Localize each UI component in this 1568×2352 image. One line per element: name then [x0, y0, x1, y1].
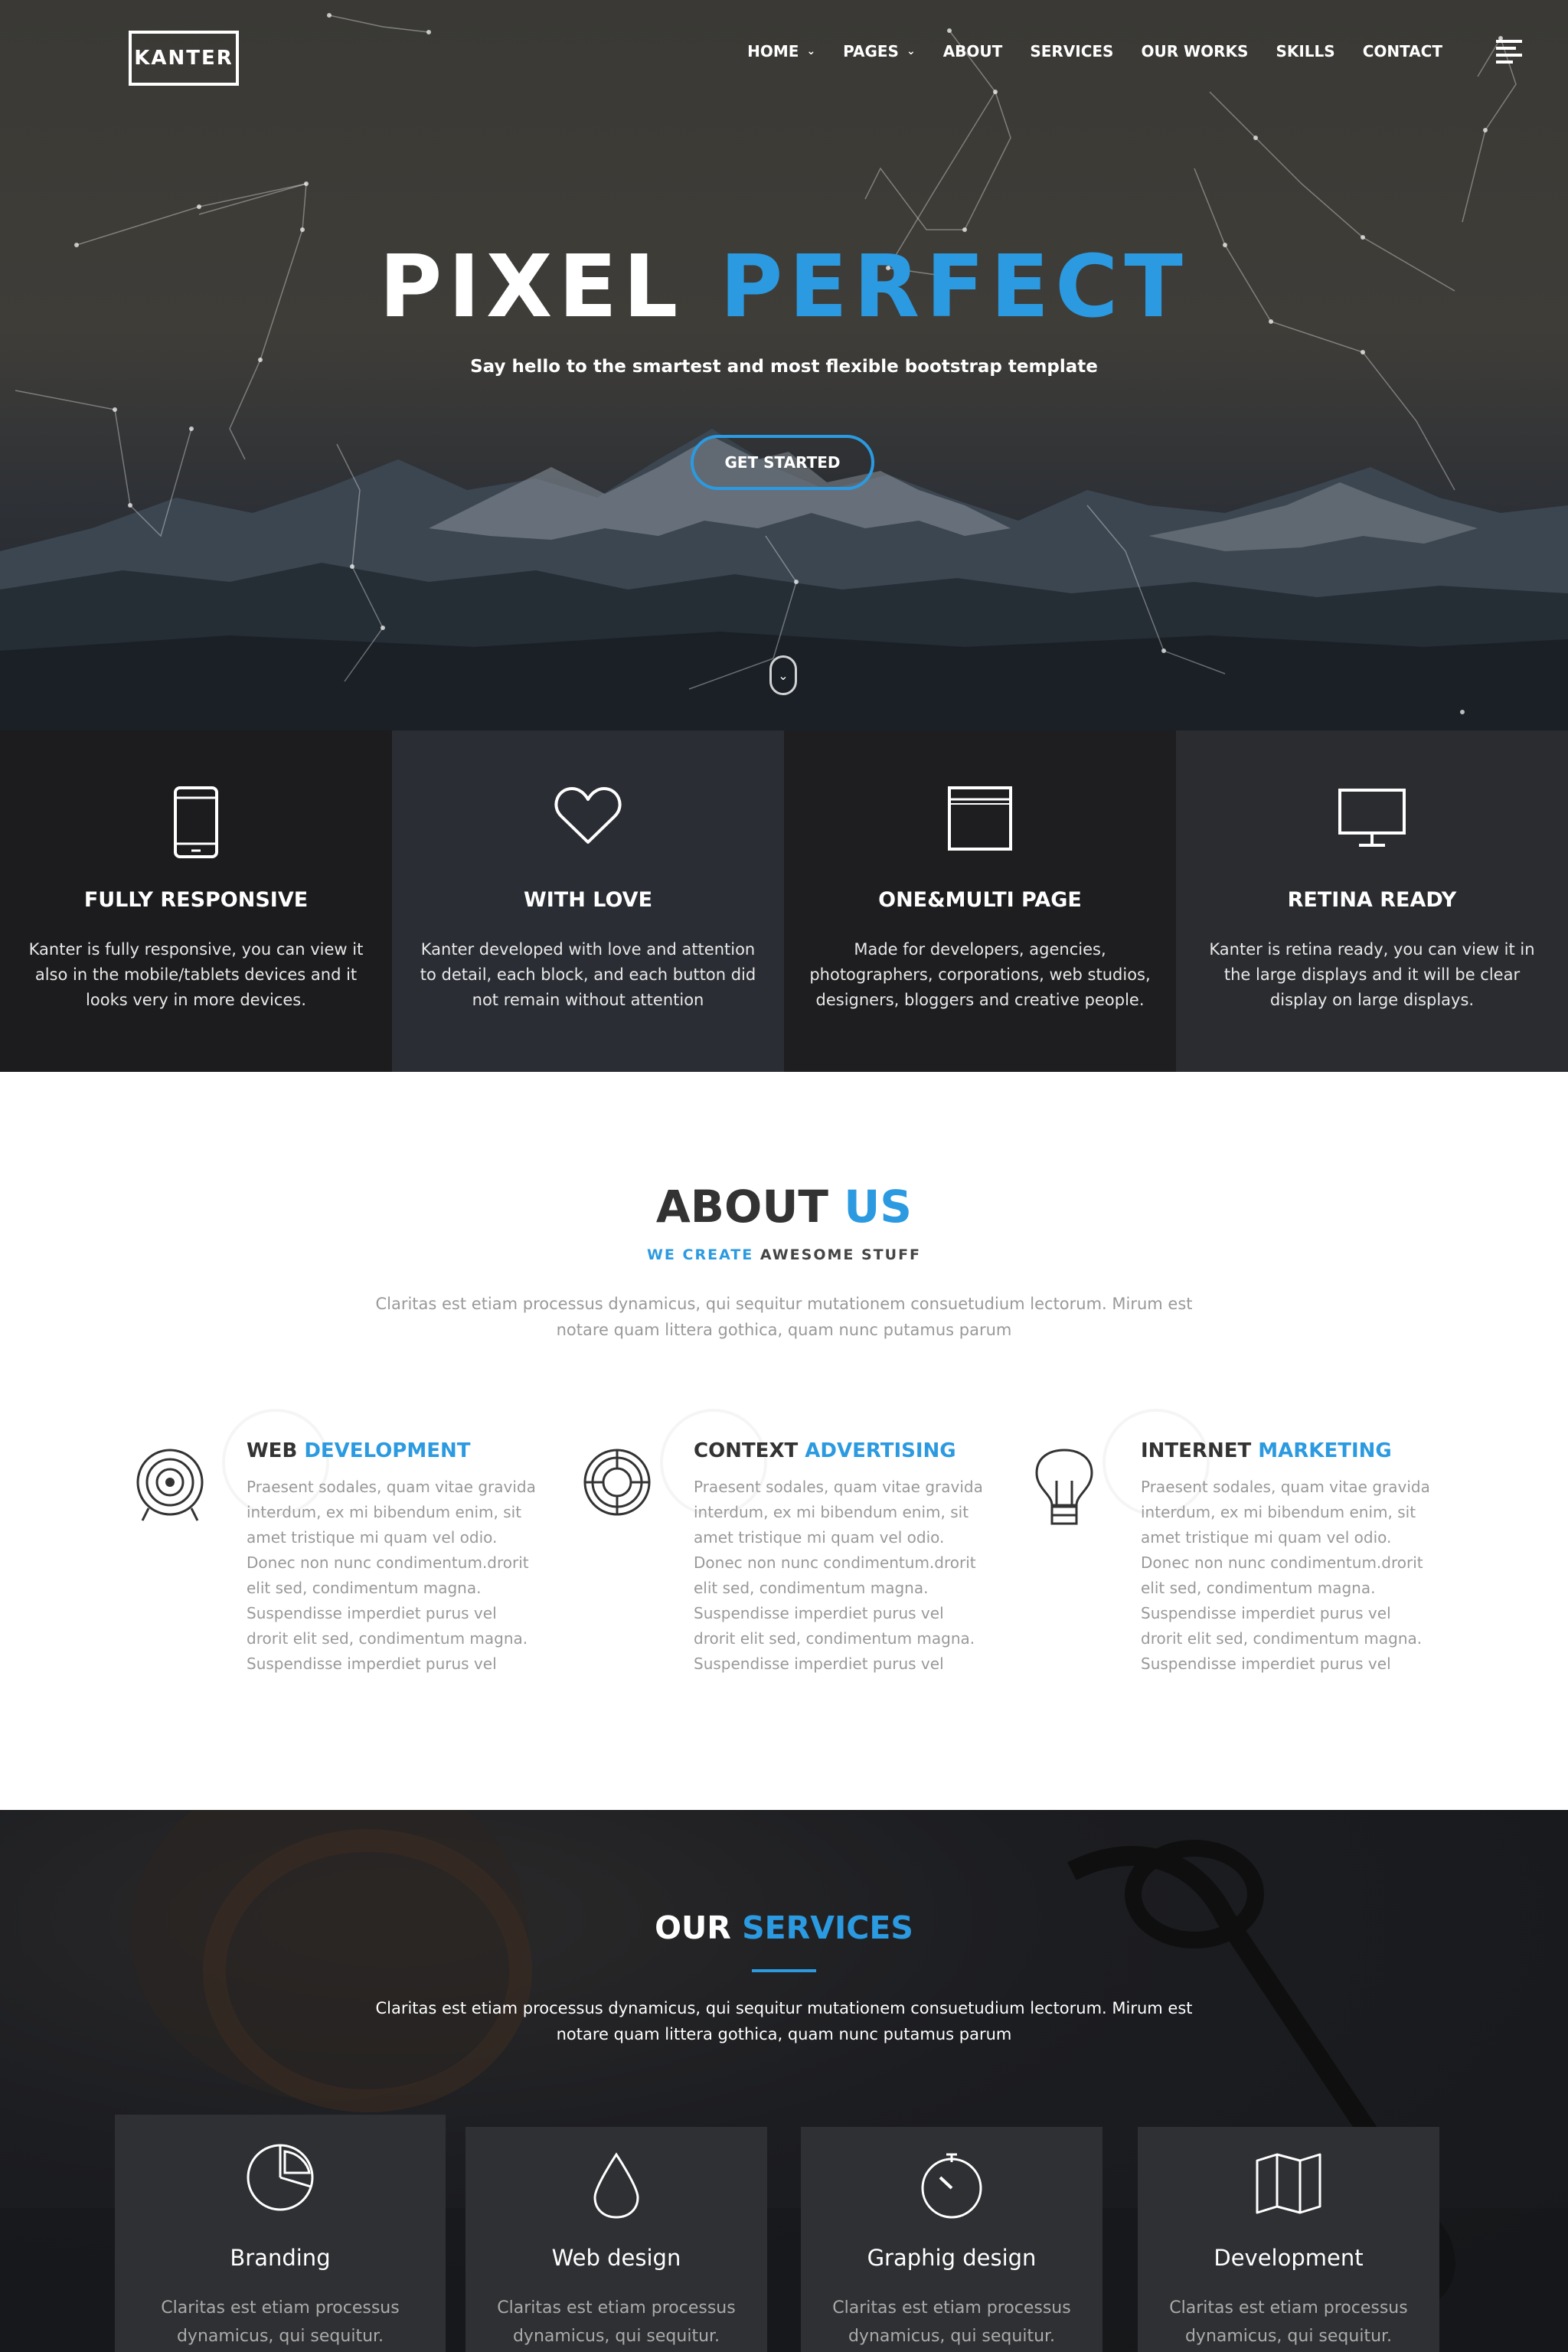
main-nav: HOME ⌄ PAGES ⌄ ABOUT SERVICES OUR WORKS … — [747, 38, 1442, 64]
nav-services[interactable]: SERVICES — [1030, 42, 1113, 60]
card-web-design[interactable]: Web design Claritas est etiam processus … — [466, 2127, 767, 2352]
feature-text: Kanter is retina ready, you can view it … — [1209, 940, 1535, 1009]
about-description: Claritas est etiam processus dynamicus, … — [375, 1295, 1193, 1339]
about-tag-accent: WE CREATE — [646, 1246, 754, 1263]
timer-icon — [801, 2151, 1102, 2220]
feature-title: RETINA READY — [1287, 888, 1457, 912]
card-development[interactable]: Development Claritas est etiam processus… — [1138, 2127, 1439, 2352]
nav-contact[interactable]: CONTACT — [1363, 42, 1442, 60]
about-tag-dark: AWESOME STUFF — [760, 1246, 922, 1263]
about-tagline: WE CREATE AWESOME STUFF — [0, 1246, 1568, 1263]
service-title-accent: MARKETING — [1258, 1439, 1392, 1462]
our-services-description: Claritas est etiam processus dynamicus, … — [375, 1999, 1193, 2043]
feature-one-multi-page: ONE&MULTI PAGE Made for developers, agen… — [784, 730, 1176, 1072]
hero-title-white: PIXEL — [379, 237, 684, 337]
feature-retina-ready: RETINA READY Kanter is retina ready, you… — [1176, 730, 1568, 1072]
card-title: Development — [1214, 2245, 1364, 2271]
card-text: Claritas est etiam processus dynamicus, … — [497, 2298, 736, 2346]
service-title: WEB DEVELOPMENT — [247, 1439, 470, 1462]
title-underline — [752, 1969, 816, 1972]
kanter-logo[interactable]: KANTER — [129, 31, 239, 86]
feature-text: Kanter is fully responsive, you can view… — [28, 940, 364, 1009]
service-web-development: WEB DEVELOPMENT Praesent sodales, quam v… — [135, 1439, 548, 1746]
card-text: Claritas est etiam processus dynamicus, … — [832, 2298, 1071, 2346]
features-strip: FULLY RESPONSIVE Kanter is fully respons… — [0, 730, 1568, 1072]
browser-window-icon — [784, 786, 1176, 862]
smartphone-icon — [0, 786, 392, 862]
service-internet-marketing: INTERNET MARKETING Praesent sodales, qua… — [1029, 1439, 1442, 1746]
scroll-down-icon[interactable]: ⌄ — [769, 655, 797, 695]
our-services-title-white: OUR — [655, 1909, 731, 1946]
nav-skills[interactable]: SKILLS — [1276, 42, 1334, 60]
hero-section: KANTER HOME ⌄ PAGES ⌄ ABOUT SERVICES OUR… — [0, 0, 1568, 730]
drop-icon — [466, 2151, 767, 2220]
about-title-accent: US — [844, 1181, 913, 1233]
card-text: Claritas est etiam processus dynamicus, … — [161, 2298, 400, 2346]
service-title-accent: ADVERTISING — [805, 1439, 956, 1462]
feature-text: Kanter developed with love and attention… — [420, 940, 756, 1009]
pie-chart-icon — [115, 2142, 446, 2213]
card-title: Graphig design — [867, 2245, 1037, 2271]
nav-pages-label: PAGES — [843, 42, 899, 60]
nav-about[interactable]: ABOUT — [943, 42, 1003, 60]
our-services-title: OUR SERVICES — [0, 1909, 1568, 1946]
hamburger-icon[interactable] — [1496, 40, 1522, 64]
feature-fully-responsive: FULLY RESPONSIVE Kanter is fully respons… — [0, 730, 392, 1072]
nav-home-label: HOME — [747, 42, 799, 60]
card-branding[interactable]: Branding Claritas est etiam processus dy… — [115, 2115, 446, 2352]
monitor-icon — [1176, 786, 1568, 862]
about-section: ABOUT US WE CREATE AWESOME STUFF Clarita… — [0, 1072, 1568, 1810]
hero-subtitle: Say hello to the smartest and most flexi… — [470, 357, 1098, 377]
feature-title: WITH LOVE — [523, 888, 653, 912]
nav-home[interactable]: HOME ⌄ — [747, 42, 815, 60]
nav-pages[interactable]: PAGES ⌄ — [843, 42, 916, 60]
feature-text: Made for developers, agencies, photograp… — [809, 940, 1151, 1009]
service-context-advertising: CONTEXT ADVERTISING Praesent sodales, qu… — [582, 1439, 995, 1746]
service-text: Praesent sodales, quam vitae gravida int… — [694, 1478, 983, 1673]
lifebuoy-icon — [582, 1447, 658, 1531]
chevron-down-icon: ⌄ — [806, 45, 816, 57]
hero-title: PIXEL PERFECT — [0, 237, 1568, 337]
map-icon — [1138, 2151, 1439, 2216]
heart-icon — [392, 786, 784, 862]
service-title-dark: WEB — [247, 1439, 298, 1462]
service-title-dark: INTERNET — [1141, 1439, 1252, 1462]
feature-title: FULLY RESPONSIVE — [83, 888, 309, 912]
lightbulb-icon — [1029, 1447, 1106, 1531]
service-title-accent: DEVELOPMENT — [304, 1439, 471, 1462]
feature-with-love: WITH LOVE Kanter developed with love and… — [392, 730, 784, 1072]
nav-our-works[interactable]: OUR WORKS — [1141, 42, 1248, 60]
card-graphic-design[interactable]: Graphig design Claritas est etiam proces… — [801, 2127, 1102, 2352]
chevron-down-icon: ⌄ — [906, 45, 916, 57]
feature-title: ONE&MULTI PAGE — [878, 888, 1082, 912]
service-text: Praesent sodales, quam vitae gravida int… — [247, 1478, 536, 1673]
target-icon — [135, 1447, 211, 1531]
our-services-title-accent: SERVICES — [742, 1909, 913, 1946]
card-title: Branding — [230, 2245, 331, 2271]
hero-title-accent: PERFECT — [720, 237, 1189, 337]
our-services-section: OUR SERVICES Claritas est etiam processu… — [0, 1810, 1568, 2352]
service-text: Praesent sodales, quam vitae gravida int… — [1141, 1478, 1430, 1673]
service-title: INTERNET MARKETING — [1141, 1439, 1392, 1462]
service-title: CONTEXT ADVERTISING — [694, 1439, 956, 1462]
card-text: Claritas est etiam processus dynamicus, … — [1169, 2298, 1408, 2346]
card-title: Web design — [551, 2245, 681, 2271]
about-title: ABOUT US — [0, 1181, 1568, 1233]
get-started-button[interactable]: GET STARTED — [691, 435, 874, 490]
about-title-dark: ABOUT — [655, 1181, 828, 1233]
service-title-dark: CONTEXT — [694, 1439, 799, 1462]
